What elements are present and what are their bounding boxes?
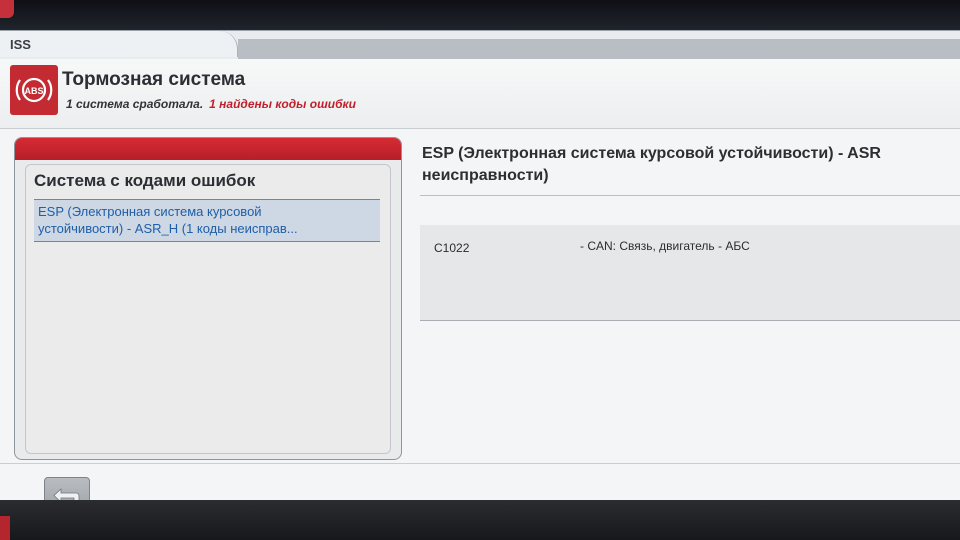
- screen-bezel-bottom: [0, 500, 960, 540]
- main-content: ABS Тормозная система 1 система сработал…: [0, 59, 960, 517]
- list-item-esp[interactable]: ESP (Электронная система курсовой устойч…: [34, 200, 380, 242]
- detail-title: ESP (Электронная система курсовой устойч…: [422, 143, 960, 187]
- error-count-text: 1 найдены коды ошибки: [209, 97, 356, 111]
- status-line: 1 система сработала. 1 найдены коды ошибк…: [66, 97, 356, 111]
- fault-description: - CAN: Связь, двигатель - АБС: [580, 239, 750, 253]
- bezel-red-mark: [0, 0, 14, 18]
- panel-red-header: [15, 138, 401, 160]
- tab-iss[interactable]: ISS: [0, 31, 238, 57]
- abs-icon: ABS: [10, 65, 58, 115]
- status-text: 1 система сработала.: [66, 97, 204, 111]
- systems-panel-heading: Система с кодами ошибок: [34, 171, 256, 190]
- detail-divider: [420, 195, 960, 196]
- page-title: Тормозная система: [62, 69, 246, 90]
- detail-title-line1: ESP (Электронная система курсовой устойч…: [422, 145, 881, 162]
- fault-code: C1022: [434, 241, 470, 255]
- bezel-corner-red: [0, 516, 10, 540]
- systems-panel-body: Система с кодами ошибок ESP (Электронная…: [25, 164, 391, 454]
- list-item-line1: ESP (Электронная система курсовой: [38, 204, 262, 219]
- footer-divider: [0, 463, 960, 464]
- abs-icon-label: ABS: [24, 86, 43, 96]
- tab-title: ISS: [10, 37, 31, 52]
- app-window: ISS ABS Тормозная система 1 система сраб…: [0, 30, 960, 517]
- screen-bezel-top: [0, 0, 960, 30]
- list-item-line2: устойчивости) - ASR_H (1 коды неисправ..…: [38, 221, 298, 236]
- fault-codes-table: C1022 - CAN: Связь, двигатель - АБС: [420, 225, 960, 321]
- systems-panel: Система с кодами ошибок ESP (Электронная…: [14, 137, 402, 460]
- detail-title-line2: неисправности): [422, 167, 549, 184]
- tab-strip: [238, 39, 960, 61]
- systems-list: ESP (Электронная система курсовой устойч…: [34, 199, 380, 242]
- table-row[interactable]: C1022 - CAN: Связь, двигатель - АБС: [420, 225, 960, 255]
- page-header: ABS Тормозная система 1 система сработал…: [0, 59, 960, 129]
